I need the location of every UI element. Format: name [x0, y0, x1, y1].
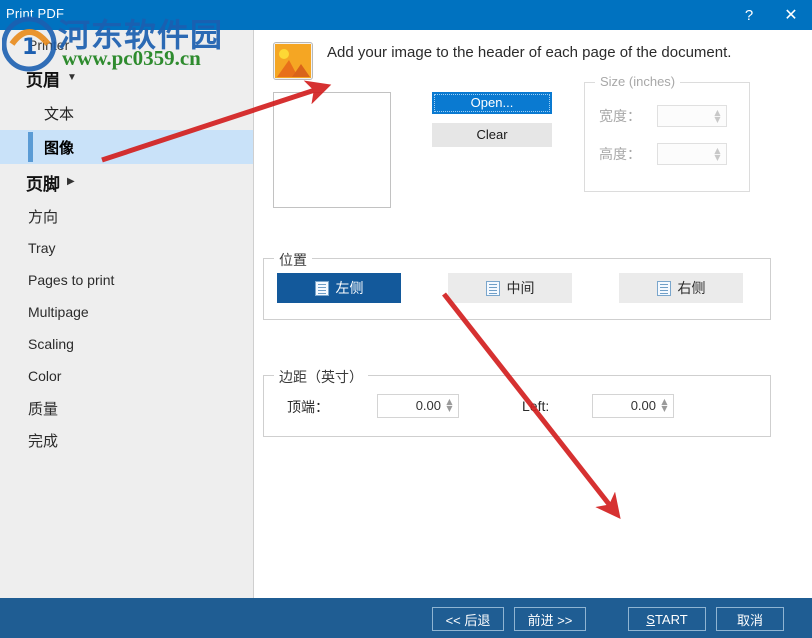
sidebar-item-color[interactable]: Color	[0, 360, 253, 392]
footer-bar: << 后退 前进 >> S TART 取消	[0, 598, 812, 638]
sidebar-item-label: 质量	[28, 400, 59, 418]
sidebar-item-text[interactable]: 文本	[0, 96, 253, 130]
size-group: Size (inches) 宽度： ▲ ▼ 高度： ▲ ▼	[584, 74, 750, 192]
position-center-button[interactable]: 中间	[448, 273, 572, 303]
main-content: Add your image to the header of each pag…	[255, 30, 812, 598]
align-right-icon	[656, 280, 671, 296]
print-pdf-window: Print PDF ? ✕ Printer 页眉 ▼ 文本 图像 页脚 ▶ 方向…	[0, 0, 812, 638]
position-left-label: 左侧	[335, 280, 364, 296]
sidebar-group-footer[interactable]: 页脚 ▶	[0, 164, 253, 200]
clear-button[interactable]: Clear	[432, 123, 552, 147]
spinner-arrows-icon[interactable]: ▲ ▼	[659, 396, 670, 414]
sidebar-item-image[interactable]: 图像	[0, 130, 253, 164]
start-button-accel: S	[646, 611, 655, 627]
sidebar-item-label: Color	[28, 368, 62, 384]
margin-left-stepper[interactable]: 0.00 ▲ ▼	[592, 394, 674, 418]
spinner-arrows-icon[interactable]: ▲ ▼	[712, 145, 723, 163]
spinner-arrows-icon[interactable]: ▲ ▼	[444, 396, 455, 414]
position-right-button[interactable]: 右侧	[619, 273, 743, 303]
sidebar-item-label: 文本	[44, 105, 75, 123]
image-preview[interactable]	[273, 92, 391, 208]
sidebar-item-quality[interactable]: 质量	[0, 392, 253, 424]
width-row: 宽度： ▲ ▼	[599, 105, 727, 127]
sidebar-item-scaling[interactable]: Scaling	[0, 328, 253, 360]
margin-left-value: 0.00	[630, 398, 656, 413]
sidebar-item-printer[interactable]: Printer	[0, 30, 253, 60]
sidebar-item-label: Tray	[28, 240, 56, 256]
window-title: Print PDF	[6, 6, 65, 21]
position-center-label: 中间	[506, 280, 535, 296]
size-group-legend: Size (inches)	[595, 74, 681, 89]
chevron-down-icon: ▼	[67, 72, 77, 83]
panel-header-text: Add your image to the header of each pag…	[327, 44, 732, 61]
sidebar-item-label: 图像	[44, 139, 75, 157]
width-stepper[interactable]: ▲ ▼	[657, 105, 727, 127]
help-button[interactable]: ?	[728, 0, 770, 30]
margin-top-stepper[interactable]: 0.00 ▲ ▼	[377, 394, 459, 418]
spinner-arrows-icon[interactable]: ▲ ▼	[712, 107, 723, 125]
margin-top-value: 0.00	[415, 398, 441, 413]
sidebar-item-label: 完成	[28, 432, 59, 450]
next-button[interactable]: 前进 >>	[514, 607, 586, 631]
open-button[interactable]: Open...	[432, 92, 552, 114]
close-button[interactable]: ✕	[770, 0, 812, 30]
margin-group: 边距（英寸） 顶端： 0.00 ▲ ▼ Left: 0.00 ▲ ▼	[263, 367, 771, 437]
chevron-right-icon: ▶	[67, 176, 75, 187]
margin-top-label: 顶端：	[287, 399, 329, 415]
panel-header: Add your image to the header of each pag…	[273, 42, 798, 80]
position-group-legend: 位置	[274, 250, 312, 270]
sidebar-item-multipage[interactable]: Multipage	[0, 296, 253, 328]
start-button-label: TART	[654, 611, 688, 627]
sidebar: Printer 页眉 ▼ 文本 图像 页脚 ▶ 方向 Tray Pages to…	[0, 30, 254, 598]
sidebar-item-label: Pages to print	[28, 272, 115, 288]
position-group: 位置 左侧 中间 右侧	[263, 250, 771, 320]
back-button[interactable]: << 后退	[432, 607, 504, 631]
sidebar-item-pages-to-print[interactable]: Pages to print	[0, 264, 253, 296]
sidebar-item-label: 页眉	[26, 70, 60, 90]
sidebar-item-label: 页脚	[26, 174, 60, 194]
sidebar-item-finish[interactable]: 完成	[0, 424, 253, 456]
title-bar: Print PDF ? ✕	[0, 0, 812, 30]
margin-left-label: Left:	[522, 398, 550, 414]
image-icon	[273, 42, 313, 80]
sidebar-item-label: Scaling	[28, 336, 74, 352]
align-left-icon	[314, 280, 329, 296]
sidebar-item-label: 方向	[28, 208, 59, 226]
align-center-icon	[485, 280, 500, 296]
sidebar-item-label: Printer	[28, 37, 70, 53]
start-button[interactable]: S TART	[628, 607, 706, 631]
position-right-label: 右侧	[677, 280, 706, 296]
height-stepper[interactable]: ▲ ▼	[657, 143, 727, 165]
height-row: 高度： ▲ ▼	[599, 143, 727, 165]
width-label: 宽度：	[599, 108, 641, 124]
sidebar-item-tray[interactable]: Tray	[0, 232, 253, 264]
sidebar-item-orientation[interactable]: 方向	[0, 200, 253, 232]
cancel-button[interactable]: 取消	[716, 607, 784, 631]
title-bar-buttons: ? ✕	[728, 0, 812, 30]
margin-group-legend: 边距（英寸）	[274, 367, 368, 387]
position-left-button[interactable]: 左侧	[277, 273, 401, 303]
height-label: 高度：	[599, 146, 641, 162]
sidebar-group-header[interactable]: 页眉 ▼	[0, 60, 253, 96]
sidebar-item-label: Multipage	[28, 304, 89, 320]
